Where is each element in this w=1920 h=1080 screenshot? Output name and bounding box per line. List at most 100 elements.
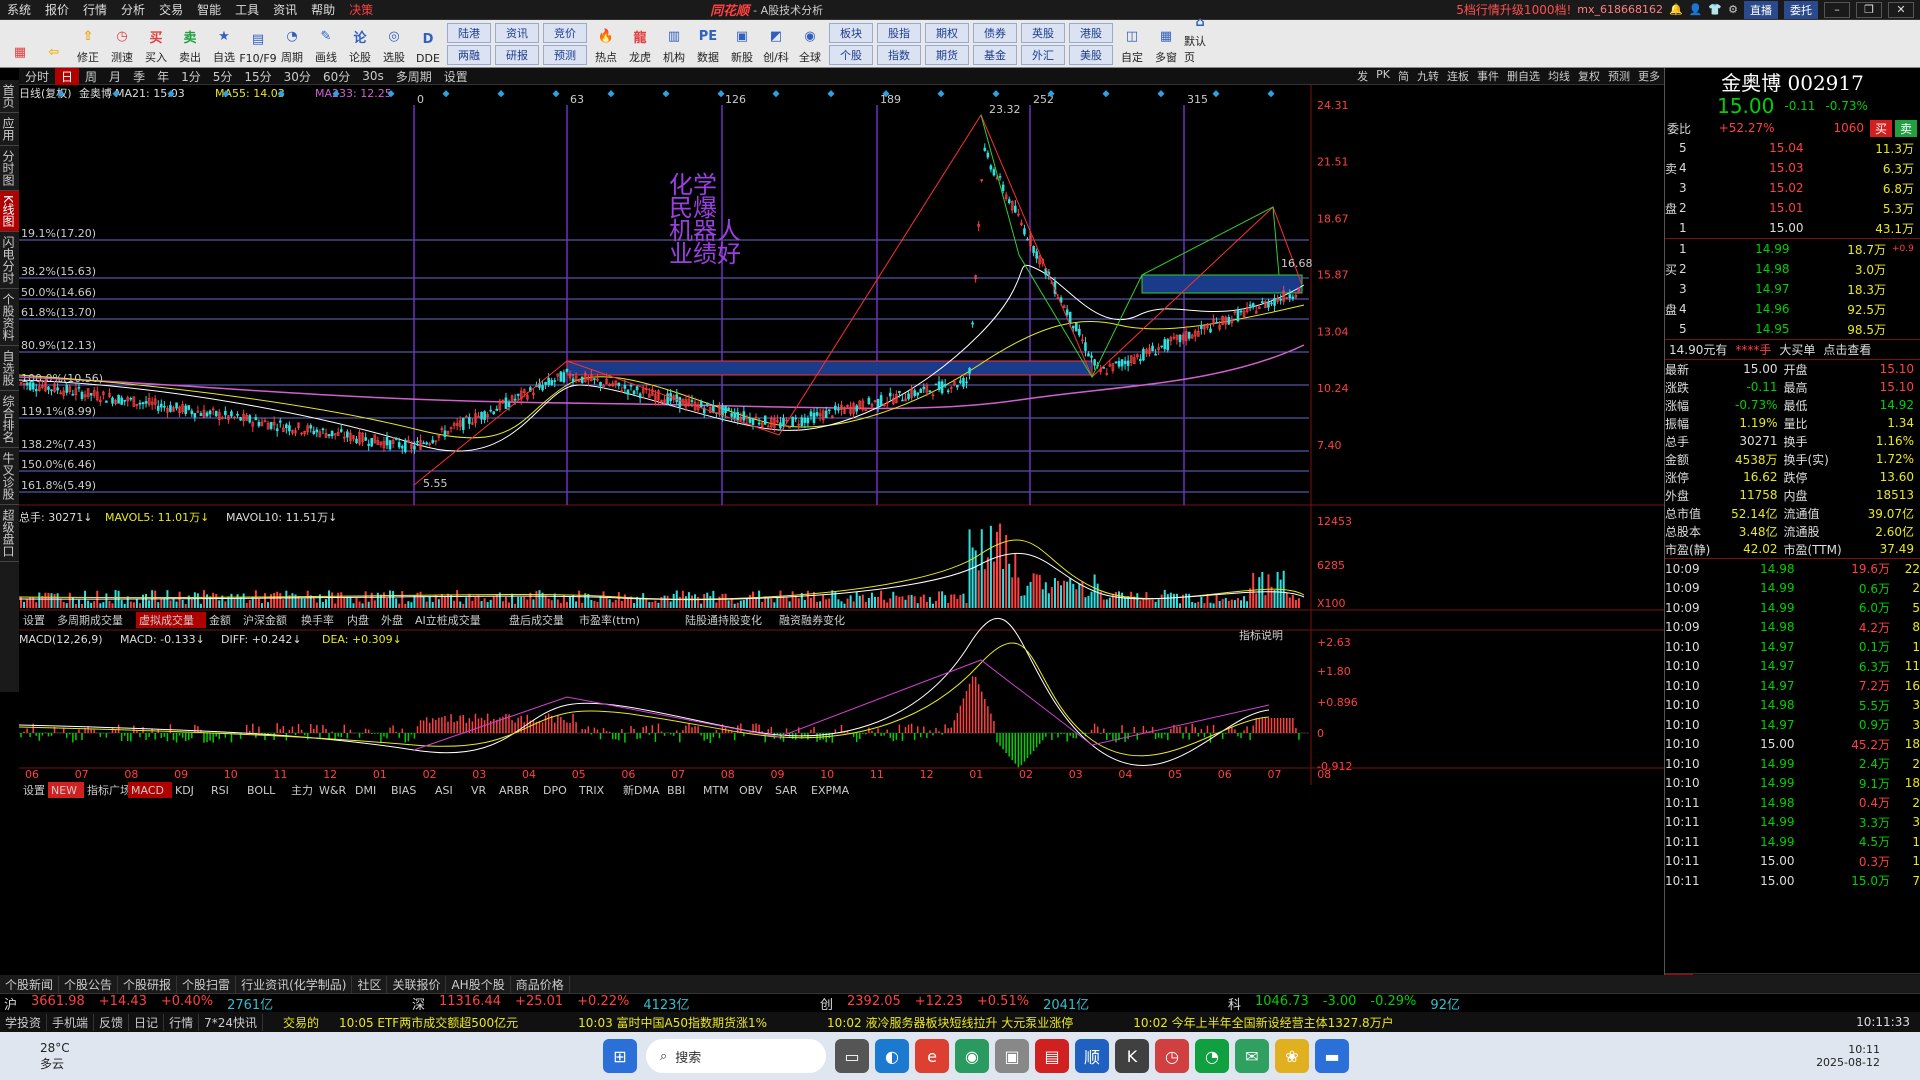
- person-icon[interactable]: 👤: [1689, 3, 1703, 16]
- toolbar-button-创/科[interactable]: ◩ 创/科: [760, 21, 792, 67]
- toolbar-button-全球[interactable]: ◉ 全球: [794, 21, 826, 67]
- news-tab[interactable]: 个股新闻: [0, 975, 60, 993]
- volume-sub-tab[interactable]: 陆股通持股变化: [685, 613, 762, 627]
- live-button[interactable]: 直播: [1744, 0, 1778, 19]
- volume-sub-tab[interactable]: AI立桩成交量: [415, 613, 481, 627]
- chart-option[interactable]: 预测: [1604, 68, 1634, 84]
- promo-link[interactable]: 5档行情升级1000档!: [1456, 1, 1571, 18]
- news-tab[interactable]: 个股研报: [118, 975, 178, 993]
- chart-option[interactable]: 连板: [1443, 68, 1473, 84]
- news-item[interactable]: 10:03 富时中国A50指数期货涨1%: [578, 1014, 767, 1031]
- index-item[interactable]: 创 2392.05 +12.23 +0.51% 2041亿: [816, 994, 1224, 1013]
- indicator-tab[interactable]: RSI: [211, 784, 229, 797]
- footer-link[interactable]: 学投资: [0, 1013, 48, 1031]
- buy-level[interactable]: 3 14.97 18.3万: [1665, 279, 1920, 299]
- volume-sub-tab[interactable]: 多周期成交量: [57, 613, 123, 627]
- menu-item-tools[interactable]: 工具: [228, 1, 266, 18]
- pill-button[interactable]: 个股: [829, 45, 873, 65]
- news-item[interactable]: 10:05 ETF两市成交额超500亿元: [339, 1014, 518, 1031]
- indicator-tab[interactable]: DPO: [543, 784, 567, 797]
- pill-button[interactable]: 竞价: [543, 23, 587, 43]
- indicator-tab[interactable]: TRIX: [578, 784, 605, 797]
- user-name[interactable]: mx_618668162: [1577, 3, 1663, 16]
- index-item[interactable]: 科 1046.73 -3.00 -0.29% 92亿: [1224, 994, 1632, 1013]
- indicator-tab[interactable]: NEW: [51, 784, 77, 797]
- close-button[interactable]: ✕: [1888, 1, 1914, 18]
- big-order-row[interactable]: 14.90元有 ****手 大买单 点击查看: [1665, 339, 1920, 359]
- news-tab[interactable]: 行业资讯(化学制品): [236, 975, 353, 993]
- period-tab[interactable]: 设置: [438, 68, 474, 85]
- toolbox-icon[interactable]: ▤: [1035, 1039, 1069, 1073]
- sell-level[interactable]: 3 15.02 6.8万: [1665, 178, 1920, 198]
- menu-item-quote[interactable]: 报价: [38, 1, 76, 18]
- period-tab[interactable]: 30s: [356, 69, 390, 83]
- period-tab[interactable]: 5分: [207, 68, 239, 85]
- period-tab[interactable]: 季: [127, 68, 151, 85]
- garden-icon[interactable]: ❀: [1275, 1039, 1309, 1073]
- period-tab[interactable]: 30分: [278, 68, 317, 85]
- pill-button[interactable]: 两融: [447, 45, 491, 65]
- chart-area[interactable]: 日线(复权) 金奥博 MA21: 15.03 MA55: 14.03 MA233: 12…: [18, 85, 1664, 991]
- buy-level[interactable]: 盘 4 14.96 92.5万: [1665, 299, 1920, 319]
- toolbar-button-数据[interactable]: PE 数据: [692, 21, 724, 67]
- photos-icon[interactable]: ▣: [995, 1039, 1029, 1073]
- period-tab[interactable]: 1分: [175, 68, 207, 85]
- task-view-icon[interactable]: ◐: [875, 1039, 909, 1073]
- pill-button[interactable]: 股指: [877, 23, 921, 43]
- news-tab[interactable]: AH股个股: [446, 975, 511, 993]
- volume-sub-tab[interactable]: 外盘: [381, 613, 403, 627]
- pill-button[interactable]: 预测: [543, 45, 587, 65]
- weather-widget[interactable]: 28°C 多云: [40, 1041, 340, 1072]
- pill-button[interactable]: 基金: [973, 45, 1017, 65]
- news-item[interactable]: 10:02 液冷服务器板块短线拉升 大元泵业涨停: [827, 1014, 1073, 1031]
- news-tab[interactable]: 个股公告: [59, 975, 119, 993]
- volume-sub-tab[interactable]: 盘后成交量: [509, 613, 564, 627]
- chart-option[interactable]: PK: [1372, 68, 1394, 84]
- pill-button[interactable]: 期货: [925, 45, 969, 65]
- widgets-icon[interactable]: ▭: [835, 1039, 869, 1073]
- sell-level[interactable]: 盘 2 15.01 5.3万: [1665, 198, 1920, 218]
- pill-button[interactable]: 资讯: [495, 23, 539, 43]
- sell-level[interactable]: 卖 4 15.03 6.3万: [1665, 158, 1920, 178]
- toolbar-button-grid-icon[interactable]: ▦: [4, 21, 36, 67]
- left-tab[interactable]: 牛叉诊股: [0, 448, 19, 505]
- period-tab[interactable]: 分时: [19, 68, 55, 85]
- period-tab[interactable]: 月: [103, 68, 127, 85]
- left-tab[interactable]: 首页: [0, 80, 19, 113]
- footer-link[interactable]: 行情: [164, 1013, 200, 1031]
- pill-button[interactable]: 陆港: [447, 23, 491, 43]
- toolbar-button-DDE[interactable]: D DDE: [412, 21, 444, 67]
- news-tab[interactable]: 商品价格: [511, 975, 570, 993]
- indicator-tab[interactable]: KDJ: [175, 784, 194, 797]
- indicator-tab[interactable]: ARBR: [499, 784, 530, 797]
- wechat-icon[interactable]: ✉: [1235, 1039, 1269, 1073]
- pill-button[interactable]: 美股: [1069, 45, 1113, 65]
- left-tab[interactable]: 自选股: [0, 346, 19, 391]
- indicator-tab[interactable]: BOLL: [247, 784, 276, 797]
- toolbar-button-论股[interactable]: 论论股: [344, 21, 376, 67]
- indicator-tab[interactable]: MTM: [703, 784, 729, 797]
- footer-link[interactable]: 日记: [129, 1013, 165, 1031]
- pill-button[interactable]: 指数: [877, 45, 921, 65]
- shirt-icon[interactable]: 👕: [1708, 3, 1722, 16]
- pill-button[interactable]: 英股: [1021, 23, 1065, 43]
- news-tab[interactable]: 个股扫雷: [177, 975, 237, 993]
- volume-sub-tab[interactable]: 内盘: [347, 613, 369, 627]
- left-tab[interactable]: 超级盘口: [0, 505, 19, 562]
- clock-app-icon[interactable]: ◷: [1155, 1039, 1189, 1073]
- sell-level[interactable]: 1 15.00 43.1万: [1665, 218, 1920, 238]
- period-tab[interactable]: 60分: [317, 68, 356, 85]
- settings-icon[interactable]: ⚙: [1728, 3, 1738, 16]
- pill-button[interactable]: 板块: [829, 23, 873, 43]
- k-app-icon[interactable]: K: [1115, 1039, 1149, 1073]
- indicator-tab[interactable]: VR: [471, 784, 487, 797]
- menu-item-analysis[interactable]: 分析: [114, 1, 152, 18]
- toolbar-button-机构[interactable]: ▥ 机构: [658, 21, 690, 67]
- news-tab[interactable]: 社区: [352, 975, 388, 993]
- toolbar-button-back-icon[interactable]: ⇦: [38, 21, 70, 67]
- news-tab[interactable]: 关联报价: [387, 975, 447, 993]
- volume-sub-tab[interactable]: 沪深金额: [243, 613, 287, 627]
- pill-button[interactable]: 港股: [1069, 23, 1113, 43]
- toolbar-button-选股[interactable]: ◎ 选股: [378, 21, 410, 67]
- chart-option[interactable]: 简: [1394, 68, 1413, 84]
